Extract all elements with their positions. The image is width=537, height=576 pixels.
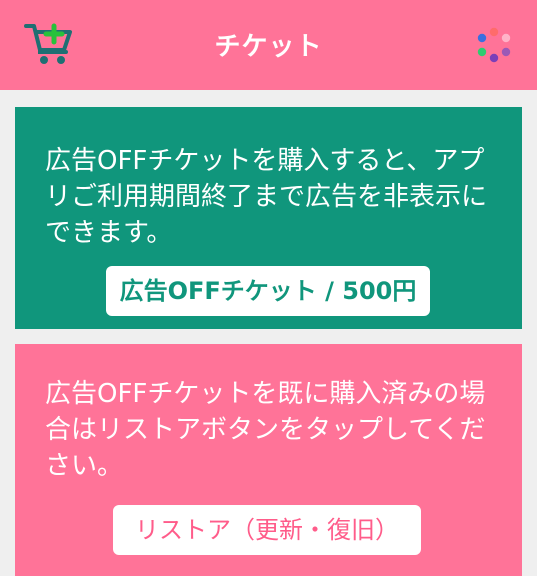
- menu-button[interactable]: [472, 26, 516, 70]
- restore-button[interactable]: リストア（更新・復旧）: [113, 505, 421, 555]
- ad-off-description: 広告OFFチケットを購入すると、アプリご利用期間終了まで広告を非表示にできます。: [45, 146, 488, 248]
- restore-description: 広告OFFチケットを既に購入済みの場合はリストアボタンをタップしてください。: [45, 379, 486, 481]
- ad-off-card: 広告OFFチケットを購入すると、アプリご利用期間終了まで広告を非表示にできます。…: [15, 107, 522, 329]
- app-bar: チケット: [0, 0, 537, 90]
- buy-ad-off-ticket-button[interactable]: 広告OFFチケット / 500円: [106, 266, 430, 316]
- page-title: チケット: [214, 32, 323, 62]
- restore-card: 広告OFFチケットを既に購入済みの場合はリストアボタンをタップしてください。 リ…: [15, 344, 522, 576]
- dots-icon: [477, 27, 511, 63]
